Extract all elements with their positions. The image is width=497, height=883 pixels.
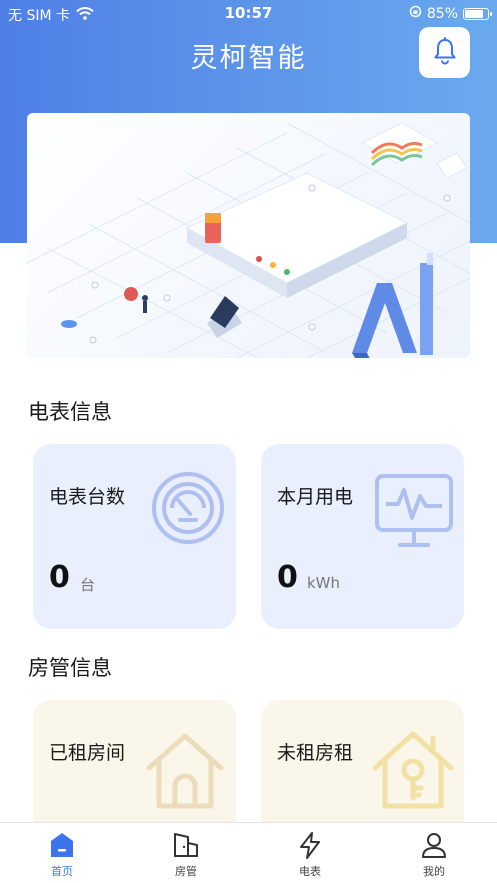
notification-button[interactable]	[419, 27, 470, 78]
battery-percent: 85%	[426, 5, 458, 22]
monthly-usage-label: 本月用电	[277, 486, 354, 508]
tab-room-management[interactable]: 房管	[146, 831, 226, 879]
unrented-rent-label: 未租房租	[277, 742, 354, 764]
tab-home[interactable]: 首页	[22, 831, 102, 879]
meter-gauge-icon	[150, 470, 226, 550]
house-icon	[143, 730, 227, 816]
tab-room-management-label: 房管	[175, 865, 197, 878]
house-key-icon	[369, 728, 457, 816]
isometric-ai-illustration	[27, 122, 470, 358]
tab-profile[interactable]: 我的	[394, 831, 474, 879]
tab-meter[interactable]: 电表	[270, 831, 350, 879]
bell-icon	[432, 36, 458, 69]
monitor-pulse-icon	[374, 472, 454, 554]
status-bar: 无 SIM 卡 10:57 85%	[0, 0, 497, 26]
meter-section-title: 电表信息	[28, 400, 112, 424]
tab-home-label: 首页	[51, 865, 73, 878]
room-section-title: 房管信息	[28, 656, 112, 680]
meter-count-unit: 台	[80, 576, 96, 594]
monthly-usage-card[interactable]: 本月用电 0 kWh	[261, 444, 464, 629]
meter-count-card[interactable]: 电表台数 0 台	[33, 444, 236, 629]
bottom-tab-bar: 首页 房管 电表 我的	[0, 822, 497, 883]
rented-rooms-label: 已租房间	[49, 742, 126, 764]
meter-count-label: 电表台数	[49, 486, 126, 508]
user-icon	[394, 831, 474, 859]
orientation-lock-icon	[409, 5, 422, 22]
tab-profile-label: 我的	[423, 865, 445, 878]
monthly-usage-unit: kWh	[307, 574, 341, 592]
battery-icon	[463, 7, 492, 20]
meter-count-value: 0	[49, 560, 70, 595]
home-icon	[22, 831, 102, 859]
monthly-usage-value: 0	[277, 560, 298, 595]
tab-meter-label: 电表	[299, 865, 321, 878]
building-icon	[146, 831, 226, 859]
home-banner[interactable]	[27, 113, 470, 358]
lightning-icon	[270, 831, 350, 859]
